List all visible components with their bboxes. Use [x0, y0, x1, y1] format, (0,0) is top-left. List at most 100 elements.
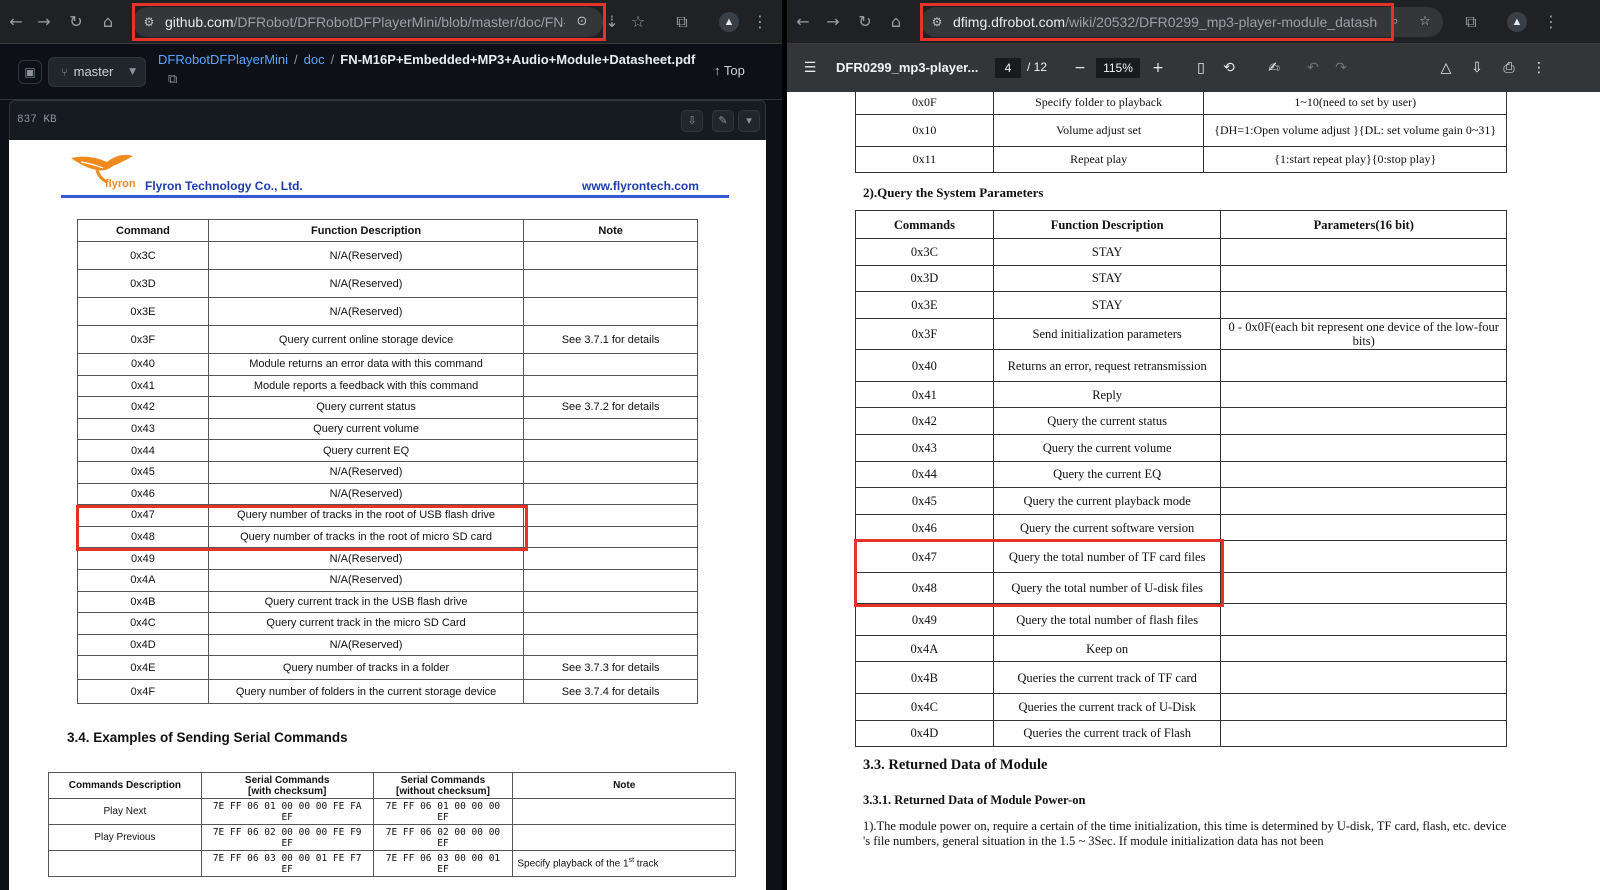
cmd-cell: 0x4C	[77, 612, 209, 635]
table-row: 0x43 Query the current volume	[855, 433, 1507, 462]
cmd-cell: 0x45	[77, 460, 209, 484]
zoom-level-input[interactable]: 115%	[1096, 58, 1140, 78]
cmd-cell: 0x3F	[855, 317, 994, 351]
reload-icon[interactable]: ↻	[64, 10, 88, 34]
desc-cell: Query the current playback mode	[992, 487, 1222, 515]
desc-cell: Query the current software version	[992, 513, 1222, 542]
table-row: 0x47 Query the total number of TF card fi…	[855, 540, 1507, 573]
examples-table: Commands Description Serial Commands [wit…	[48, 772, 736, 877]
example-note	[512, 798, 736, 825]
branch-selector[interactable]: ⑂ master ▼	[48, 57, 146, 87]
table-row: 0x4C Queries the current track of U-Disk	[855, 692, 1507, 721]
menu-hamburger-icon[interactable]: ☰	[799, 57, 821, 79]
param-cell	[1220, 513, 1507, 542]
cmd-cell: 0x49	[77, 547, 209, 570]
bookmark-star-icon[interactable]: ☆	[626, 10, 650, 34]
forward-icon[interactable]: →	[821, 10, 845, 34]
page-number-input[interactable]: 4	[995, 58, 1021, 78]
cmd-cell: 0x46	[855, 513, 994, 542]
extensions-icon[interactable]: ⧉	[670, 10, 694, 34]
table-row: 0x49 N/A(Reserved)	[77, 547, 698, 570]
rotate-icon[interactable]: ⟲	[1218, 57, 1240, 79]
cmd-cell: 0x10	[855, 114, 994, 147]
param-cell: 0 - 0x0F(each bit represent one device o…	[1220, 317, 1507, 351]
cmd-cell: 0x3C	[77, 241, 209, 270]
forward-icon[interactable]: →	[32, 10, 56, 34]
breadcrumb-repo-link[interactable]: DFRobotDFPlayerMini	[158, 52, 288, 67]
note-cell	[523, 612, 698, 635]
desc-cell: Keep on	[992, 634, 1222, 663]
chevron-down-icon: ▼	[129, 67, 136, 77]
install-icon[interactable]: ⇣	[600, 10, 624, 34]
print-icon[interactable]: ⎙	[1498, 57, 1520, 79]
desc-cell: Query the current EQ	[992, 460, 1222, 489]
column-header: Serial Commands [with checksum]	[200, 772, 374, 799]
table-row: 0x3C STAY	[855, 238, 1507, 266]
undo-icon[interactable]: ↶	[1302, 57, 1324, 79]
breadcrumb-folder-link[interactable]: doc	[304, 52, 325, 67]
note-cell	[523, 504, 698, 527]
cmd-cell: 0x3D	[855, 264, 994, 293]
desc-cell: Module reports a feedback with this comm…	[207, 374, 525, 398]
address-bar[interactable]: ⚙ github.com/DFRobot/DFRobotDFPlayerMini…	[133, 7, 603, 37]
home-icon[interactable]: ⌂	[96, 10, 120, 34]
bookmark-star-icon[interactable]: ☆	[1416, 13, 1434, 31]
company-website: www.flyrontech.com	[582, 179, 699, 193]
desc-cell: N/A(Reserved)	[207, 460, 525, 484]
address-bar[interactable]: ⚙ dfimg.dfrobot.com/wiki/20532/DFR0299_m…	[921, 7, 1443, 37]
cmd-cell: 0x4A	[855, 634, 994, 663]
zoom-lens-icon[interactable]: ⌕	[1386, 13, 1404, 31]
redo-icon[interactable]: ↷	[1330, 57, 1352, 79]
param-cell	[1220, 487, 1507, 515]
desc-cell: Query number of tracks in a folder	[207, 655, 525, 681]
edit-pencil-icon[interactable]: ✎	[712, 110, 734, 132]
site-info-icon[interactable]: ⚙	[141, 14, 157, 30]
branch-icon: ⑂	[61, 66, 68, 79]
back-icon[interactable]: ←	[791, 10, 815, 34]
note-cell	[523, 590, 698, 614]
menu-kebab-icon[interactable]: ⋮	[1539, 10, 1563, 34]
desc-cell: Query current EQ	[207, 439, 525, 462]
extensions-icon[interactable]: ⧉	[1459, 10, 1483, 34]
download-icon[interactable]: ⇩	[1466, 57, 1488, 79]
top-link[interactable]: ↑ Top	[714, 63, 745, 78]
desc-cell: Query current online storage device	[207, 325, 525, 354]
more-options-icon[interactable]: ⋮	[1528, 57, 1550, 79]
desc-cell: Query the current status	[992, 407, 1222, 435]
zoom-out-button[interactable]: −	[1069, 57, 1091, 79]
example-with-checksum: 7E FF 06 02 00 00 00 FE F9 EF	[200, 824, 374, 851]
cmd-cell: 0x4B	[77, 590, 209, 614]
note-cell	[523, 568, 698, 592]
menu-kebab-icon[interactable]: ⋮	[748, 10, 772, 34]
table-row: 0x4B Queries the current track of TF card	[855, 661, 1507, 694]
back-icon[interactable]: ←	[4, 10, 28, 34]
profile-avatar[interactable]: ▲	[719, 12, 739, 32]
note-cell: See 3.7.2 for details	[523, 396, 698, 419]
cmd-cell: 0x46	[77, 482, 209, 506]
sidebar-toggle-icon[interactable]: ▣	[18, 60, 42, 84]
cmd-cell: 0x4D	[855, 719, 994, 748]
drive-save-icon[interactable]: △	[1435, 57, 1457, 79]
cmd-cell: 0x4D	[77, 633, 209, 657]
url-text: dfimg.dfrobot.com/wiki/20532/DFR0299_mp3…	[953, 14, 1378, 30]
table-row: 0x45 N/A(Reserved)	[77, 460, 698, 484]
download-icon[interactable]: ⇩	[681, 110, 703, 132]
site-info-icon[interactable]: ⚙	[929, 14, 945, 30]
table-row: 0x4F Query number of folders in the curre…	[77, 679, 698, 705]
zoom-in-button[interactable]: +	[1147, 57, 1169, 79]
example-without-checksum: 7E FF 06 03 00 00 01 EF	[372, 850, 514, 877]
column-header: Command	[77, 219, 209, 242]
home-icon[interactable]: ⌂	[884, 10, 908, 34]
profile-avatar[interactable]: ▲	[1507, 12, 1527, 32]
fit-page-icon[interactable]: ▯	[1190, 57, 1212, 79]
more-options-chevron-icon[interactable]: ▾	[738, 110, 760, 132]
query-commands-table: Commands Function Description Parameters…	[855, 210, 1507, 748]
annotate-icon[interactable]: ✍	[1263, 57, 1285, 79]
subsection-title: 3.3.1. Returned Data of Module Power-on	[863, 793, 1086, 807]
note-cell	[523, 297, 698, 326]
table-row: 0x46 Query the current software version	[855, 513, 1507, 542]
reload-icon[interactable]: ↻	[853, 10, 877, 34]
lens-icon[interactable]: ⊙	[573, 13, 591, 31]
copy-path-icon[interactable]: ⧉	[168, 72, 177, 87]
param-cell: 1~10(need to set by user)	[1203, 92, 1507, 115]
